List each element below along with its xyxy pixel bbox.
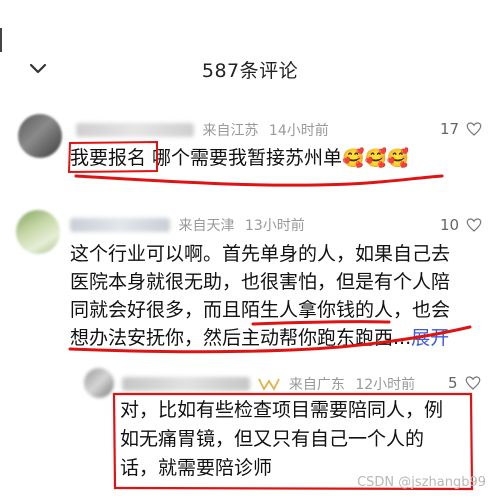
annotation-underline-line3 bbox=[251, 320, 391, 326]
annotation-underline-comment1 bbox=[74, 174, 444, 187]
watermark: CSDN @jszhangb99 bbox=[357, 475, 486, 490]
annotation-underline-line4 bbox=[68, 325, 472, 354]
annotation-box-comment1 bbox=[67, 140, 158, 174]
annotation-layer bbox=[67, 140, 474, 491]
